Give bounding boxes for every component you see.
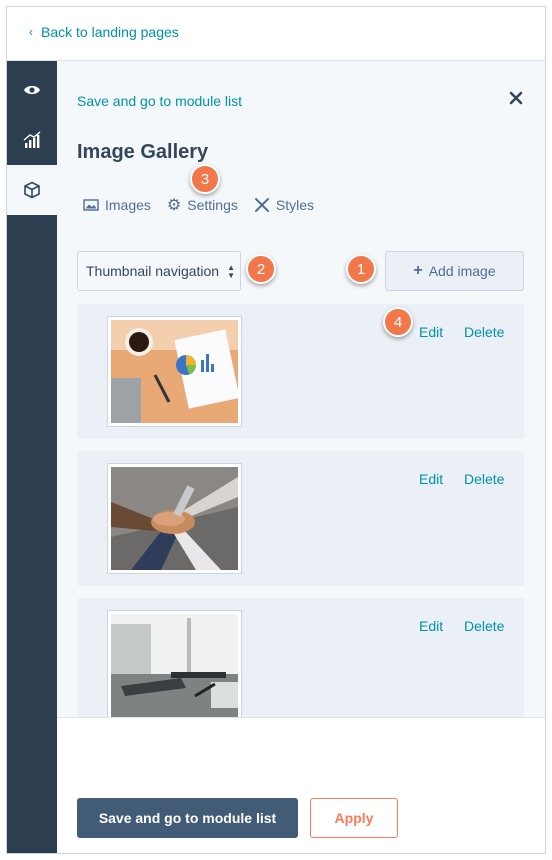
image-item: Edit Delete — [77, 304, 524, 439]
delete-image-link[interactable]: Delete — [464, 324, 504, 340]
brush-icon — [254, 198, 269, 212]
footer-bar: Save and go to module list Apply — [57, 717, 545, 853]
plus-icon: + — [413, 262, 423, 279]
tab-settings-label: Settings — [187, 197, 238, 213]
chevron-left-icon: ‹ — [29, 25, 33, 39]
navigation-select-value: Thumbnail navigation — [86, 263, 220, 279]
callout-badge: 2 — [246, 254, 276, 284]
delete-image-link[interactable]: Delete — [464, 618, 504, 634]
back-to-landing-pages-link[interactable]: ‹ Back to landing pages — [29, 24, 179, 40]
edit-image-link[interactable]: Edit — [419, 618, 443, 634]
callout-badge: 4 — [383, 307, 413, 337]
save-to-module-list-link[interactable]: Save and go to module list — [77, 93, 242, 109]
add-image-label: Add image — [428, 263, 496, 279]
callout-badge: 3 — [190, 164, 220, 194]
app-frame: ‹ Back to landing pages Save and go to m… — [6, 6, 546, 854]
tab-images-label: Images — [105, 197, 151, 213]
tab-styles[interactable]: Styles — [254, 195, 314, 215]
module-cube-icon — [24, 181, 40, 199]
edit-image-link[interactable]: Edit — [419, 324, 443, 340]
preview-button[interactable] — [7, 65, 57, 115]
top-bar: ‹ Back to landing pages — [7, 7, 545, 61]
sidebar-rail — [7, 61, 57, 853]
chart-icon — [23, 131, 41, 148]
desk-photo-image — [111, 320, 238, 423]
callout-badge: 1 — [346, 254, 376, 284]
back-link-label: Back to landing pages — [41, 24, 179, 40]
image-item: Edit Delete — [77, 598, 524, 733]
image-thumbnail[interactable] — [107, 316, 242, 427]
gear-icon: ⚙ — [166, 197, 182, 214]
image-thumbnail[interactable] — [107, 463, 242, 574]
apply-button[interactable]: Apply — [310, 798, 398, 838]
tab-settings[interactable]: ⚙ Settings — [167, 195, 238, 215]
image-thumbnail[interactable] — [107, 610, 242, 721]
modules-button[interactable] — [7, 165, 57, 215]
image-icon — [83, 199, 99, 211]
navigation-type-select[interactable]: Thumbnail navigation ▲ ▼ — [77, 251, 241, 291]
edit-image-link[interactable]: Edit — [419, 471, 443, 487]
select-arrows-icon: ▲ ▼ — [227, 263, 235, 280]
module-tabs: Images ⚙ Settings Styles — [83, 195, 330, 215]
module-title: Image Gallery — [77, 141, 209, 163]
office-photo-image — [111, 614, 238, 717]
analytics-button[interactable] — [7, 115, 57, 165]
eye-icon — [24, 85, 40, 95]
tab-styles-label: Styles — [275, 197, 314, 213]
tab-images[interactable]: Images — [83, 195, 151, 215]
add-image-button[interactable]: + Add image — [385, 251, 524, 291]
delete-image-link[interactable]: Delete — [464, 471, 504, 487]
close-icon[interactable] — [506, 88, 526, 108]
hands-photo-image — [111, 467, 238, 570]
image-item: Edit Delete — [77, 451, 524, 586]
save-and-go-button[interactable]: Save and go to module list — [77, 798, 298, 838]
